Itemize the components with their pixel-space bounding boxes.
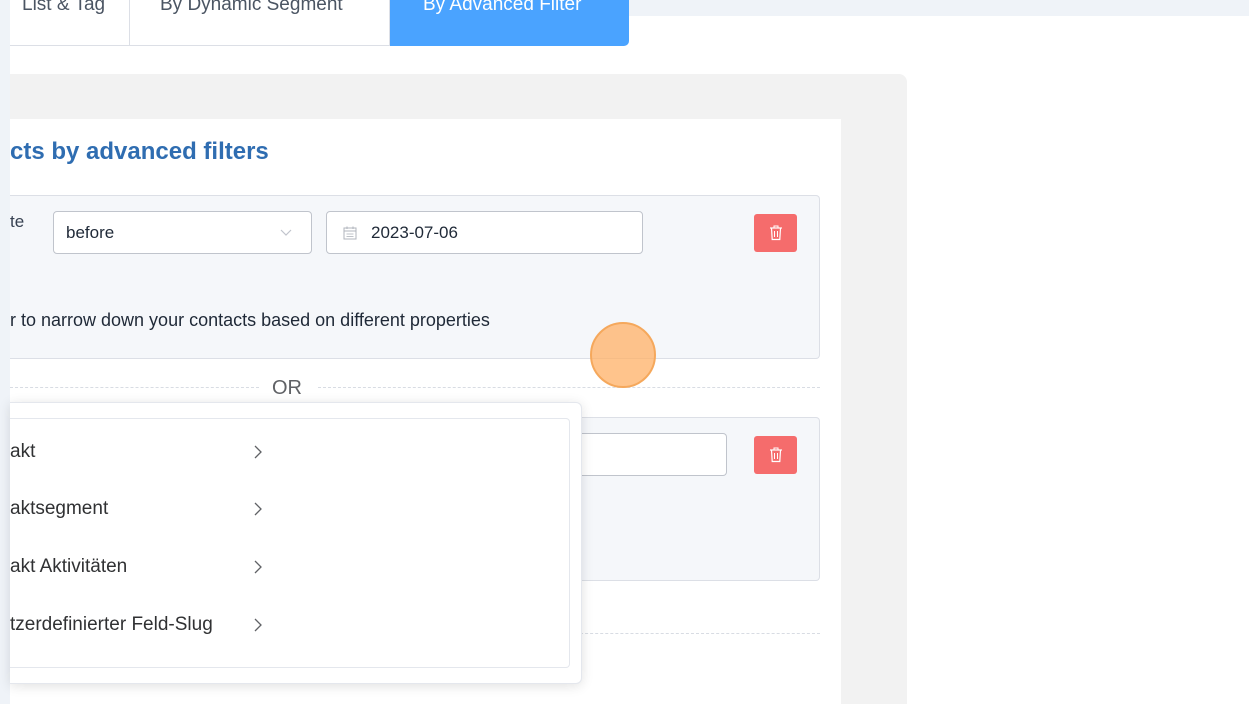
delete-filter-button[interactable]	[754, 214, 797, 252]
trash-icon	[769, 225, 782, 241]
left-background-strip	[0, 16, 10, 704]
or-divider-line-lower	[575, 633, 820, 634]
chevron-right-icon	[254, 618, 262, 632]
chevron-right-icon	[254, 502, 262, 516]
filter-value-input[interactable]	[560, 433, 727, 476]
or-divider-line-left	[10, 387, 259, 388]
page-title: cts by advanced filters	[10, 138, 269, 165]
filter-hint-text: r to narrow down your contacts based on …	[10, 310, 490, 330]
tab-dynamic-segment[interactable]: By Dynamic Segment	[130, 0, 390, 46]
chevron-right-icon	[254, 445, 262, 459]
calendar-icon	[343, 226, 357, 239]
field-label: te	[10, 212, 25, 231]
trash-icon	[769, 447, 782, 463]
click-indicator	[590, 322, 656, 388]
menu-item-contact[interactable]: akt	[10, 432, 550, 472]
delete-filter-button-2[interactable]	[754, 436, 797, 474]
chevron-down-icon	[280, 229, 292, 236]
date-picker-input[interactable]: 2023-07-06	[326, 211, 643, 254]
operator-value: before	[66, 222, 115, 242]
menu-item-label: akt	[10, 441, 36, 462]
menu-item-label: akt Aktivitäten	[10, 556, 128, 577]
tab-label: List & Tag	[22, 0, 106, 15]
or-divider-line-right	[318, 387, 820, 388]
menu-item-label: aktsegment	[10, 498, 109, 519]
menu-item-custom-field-slug[interactable]: tzerdefinierter Feld-Slug	[10, 605, 550, 645]
tab-list-and-tag[interactable]: List & Tag	[10, 0, 130, 46]
tab-label: By Advanced Filter	[423, 0, 582, 15]
chevron-right-icon	[254, 560, 262, 574]
date-value: 2023-07-06	[371, 222, 458, 242]
filter-mode-tabs: List & Tag By Dynamic Segment By Advance…	[10, 0, 629, 46]
menu-item-contact-segment[interactable]: aktsegment	[10, 489, 550, 529]
operator-select[interactable]: before	[53, 211, 312, 254]
or-separator: OR	[272, 377, 302, 399]
tab-advanced-filter[interactable]: By Advanced Filter	[390, 0, 629, 46]
tab-label: By Dynamic Segment	[160, 0, 343, 15]
menu-item-contact-activities[interactable]: akt Aktivitäten	[10, 547, 550, 587]
menu-item-label: tzerdefinierter Feld-Slug	[10, 614, 213, 635]
